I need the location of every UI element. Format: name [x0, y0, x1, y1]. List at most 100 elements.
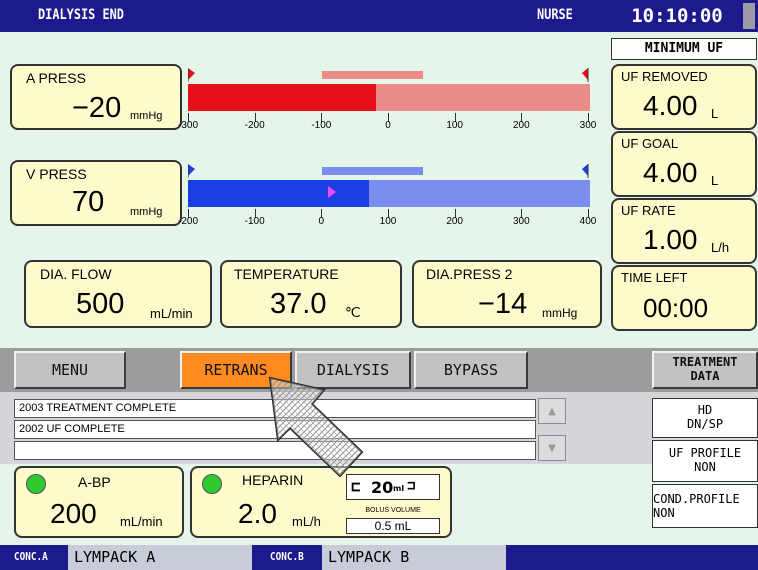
- bypass-button[interactable]: BYPASS: [414, 351, 528, 389]
- scale-tick-label: 200: [446, 216, 463, 227]
- cond-profile-line1: COND.PROFILE: [653, 492, 740, 506]
- a-press-bar-fill: [188, 84, 376, 111]
- dia-flow-tile[interactable]: DIA. FLOW 500 mL/min: [24, 260, 212, 328]
- a-press-label: A PRESS: [26, 70, 86, 86]
- scroll-down-icon[interactable]: ▼: [538, 435, 566, 461]
- abp-unit: mL/min: [120, 514, 163, 529]
- dia-press2-value: −14: [478, 288, 528, 320]
- scale-tick-label: -200: [177, 216, 198, 227]
- dia-flow-value: 500: [76, 288, 125, 320]
- conc-a-value: LYMPACK A: [68, 545, 252, 570]
- cond-profile-line2: NON: [653, 506, 675, 520]
- scale-tick-label: 100: [446, 120, 463, 131]
- abp-value: 200: [50, 498, 97, 529]
- status-bar: DIALYSIS END NURSE 10:10:00: [0, 0, 758, 32]
- v-press-alarm-window: [322, 167, 423, 175]
- therapy-mode-line2: DN/SP: [686, 417, 724, 431]
- treatment-status: DIALYSIS END: [38, 7, 124, 23]
- header-edge: [743, 3, 755, 29]
- uf-goal-label: UF GOAL: [621, 136, 679, 151]
- time-left-label: TIME LEFT: [621, 270, 688, 285]
- v-press-tile[interactable]: V PRESS 70 mmHg: [10, 160, 182, 226]
- scale-tick-label: -300: [177, 120, 198, 131]
- time-left-tile[interactable]: TIME LEFT 00:00: [611, 265, 757, 331]
- bolus-volume-label: BOLUS VOLUME: [365, 507, 421, 514]
- heparin-value: 2.0: [238, 498, 277, 529]
- abp-status-icon: [26, 474, 46, 494]
- scale-tick-label: -200: [244, 120, 265, 131]
- pointer-cursor-icon: [268, 376, 364, 478]
- syringe-volume-unit: ml: [393, 484, 405, 493]
- temperature-value: 37.0: [270, 288, 327, 320]
- temperature-tile[interactable]: TEMPERATURE 37.0 ℃: [220, 260, 402, 328]
- therapy-mode-line1: HD: [697, 403, 713, 417]
- a-press-gauge: -300 -200 -100 0 100 200 300: [178, 68, 596, 148]
- temperature-label: TEMPERATURE: [234, 266, 339, 282]
- clock: 10:10:00: [631, 5, 723, 27]
- uf-removed-label: UF REMOVED: [621, 69, 708, 84]
- uf-mode: MINIMUM UF: [611, 38, 757, 60]
- scale-tick-label: 300: [579, 120, 597, 131]
- abp-tile[interactable]: A-BP 200 mL/min: [14, 466, 184, 538]
- scale-tick-label: -100: [244, 216, 265, 227]
- upper-limit-flag: [582, 68, 588, 80]
- temperature-unit: ℃: [345, 304, 361, 320]
- concentrate-bar: CONC.A LYMPACK A CONC.B LYMPACK B: [0, 545, 758, 570]
- bolus-volume-value[interactable]: 0.5 mL: [346, 518, 440, 534]
- uf-profile-line2: NON: [694, 460, 716, 474]
- abp-label: A-BP: [78, 474, 111, 490]
- uf-profile-line1: UF PROFILE: [668, 446, 742, 460]
- lower-limit-flag: [188, 164, 195, 176]
- uf-profile[interactable]: UF PROFILE NON: [652, 440, 758, 482]
- conc-a-label: CONC.A: [14, 550, 48, 563]
- v-press-marker-icon: [328, 186, 336, 198]
- v-press-value: 70: [72, 186, 105, 218]
- scale-tick-label: -100: [311, 120, 332, 131]
- therapy-mode: HD DN/SP: [652, 398, 758, 438]
- scale-tick-label: 400: [579, 216, 597, 227]
- dia-flow-unit: mL/min: [150, 306, 193, 321]
- heparin-unit: mL/h: [292, 514, 321, 529]
- heparin-status-icon: [202, 474, 222, 494]
- conc-b-label: CONC.B: [270, 550, 304, 563]
- uf-removed-value: 4.00: [643, 90, 698, 121]
- scale-tick-label: 300: [512, 216, 530, 227]
- uf-goal-value: 4.00: [643, 157, 698, 188]
- uf-rate-label: UF RATE: [621, 203, 676, 218]
- dia-press2-label: DIA.PRESS 2: [426, 266, 513, 282]
- uf-goal-unit: L: [711, 173, 719, 188]
- uf-removed-unit: L: [711, 106, 719, 121]
- dia-press2-tile[interactable]: DIA.PRESS 2 −14 mmHg: [412, 260, 602, 328]
- upper-limit-flag: [582, 164, 588, 176]
- v-press-gauge: -200 -100 0 100 200 300 400: [178, 164, 596, 244]
- a-press-alarm-window: [322, 71, 423, 79]
- conc-b-value: LYMPACK B: [322, 545, 506, 570]
- scale-tick-label: 0: [318, 216, 325, 227]
- treatment-data-button[interactable]: TREATMENT DATA: [652, 351, 758, 389]
- a-press-value: −20: [72, 92, 122, 124]
- scale-tick-label: 100: [379, 216, 397, 227]
- a-press-unit: mmHg: [130, 110, 163, 122]
- v-press-bar-fill: [188, 180, 369, 207]
- lower-limit-flag: [188, 68, 195, 80]
- scale-tick-label: 200: [512, 120, 530, 131]
- menu-button[interactable]: MENU: [14, 351, 126, 389]
- operator-level: NURSE: [537, 7, 573, 23]
- uf-removed-tile[interactable]: UF REMOVED 4.00 L: [611, 64, 757, 130]
- scroll-up-icon[interactable]: ▲: [538, 398, 566, 424]
- uf-rate-unit: L/h: [711, 240, 730, 255]
- cond-profile[interactable]: COND.PROFILE NON: [652, 484, 758, 528]
- a-press-tile[interactable]: A PRESS −20 mmHg: [10, 64, 182, 130]
- v-press-label: V PRESS: [26, 166, 87, 182]
- scale-tick-label: 0: [385, 120, 391, 131]
- v-press-unit: mmHg: [130, 206, 163, 218]
- treatment-data-line1: TREATMENT: [672, 355, 738, 369]
- uf-rate-value: 1.00: [643, 224, 698, 255]
- syringe-volume: 20: [371, 478, 394, 497]
- plunger-icon: ⊐: [407, 478, 416, 494]
- treatment-data-line2: DATA: [690, 369, 720, 383]
- dialysis-screen: DIALYSIS END NURSE 10:10:00 MINIMUM UF A…: [0, 0, 758, 570]
- dia-press2-unit: mmHg: [542, 306, 578, 320]
- uf-rate-tile[interactable]: UF RATE 1.00 L/h: [611, 198, 757, 264]
- uf-goal-tile[interactable]: UF GOAL 4.00 L: [611, 131, 757, 197]
